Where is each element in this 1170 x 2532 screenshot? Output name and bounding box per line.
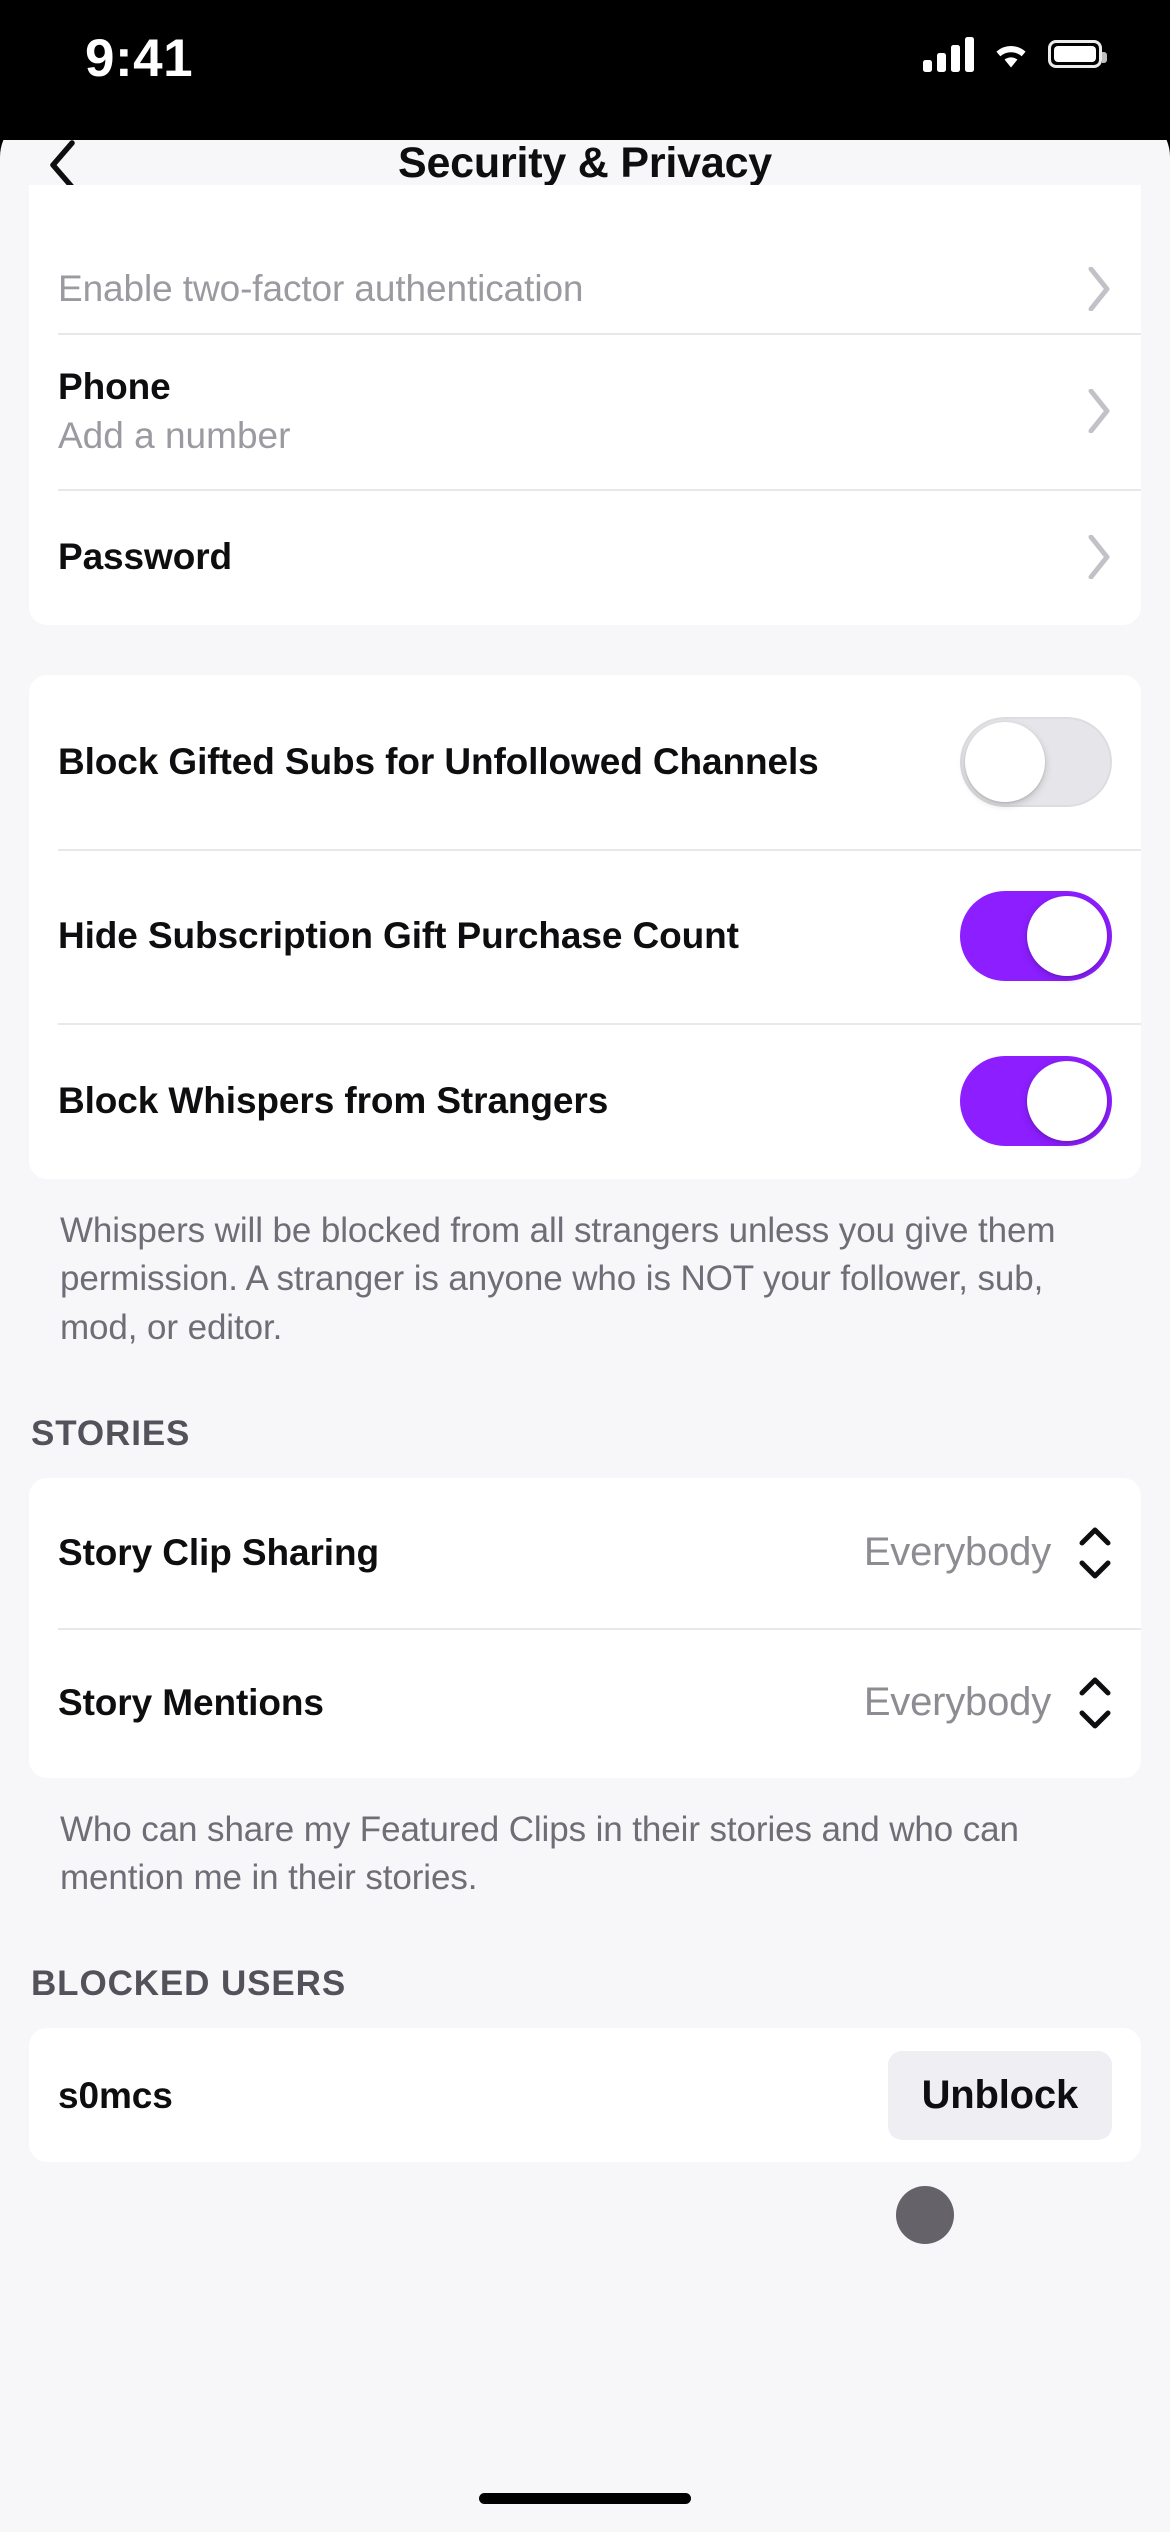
row-main: Phone Add a number (58, 364, 1086, 458)
phone-screen: 9:41 Security & Privacy Enable two-facto… (0, 0, 1170, 2532)
privacy-footnote: Whispers will be blocked from all strang… (60, 1211, 1056, 1347)
page-title: Security & Privacy (397, 139, 773, 187)
section-header-stories: STORIES (31, 1413, 191, 1453)
stories-card: Story Clip Sharing Everybody Story Menti… (29, 1477, 1141, 1778)
cellular-signal-icon (923, 36, 974, 72)
toggle-hide-sub-gift-count[interactable] (960, 891, 1112, 981)
account-security-card: Enable two-factor authentication Phone A… (29, 185, 1141, 625)
toggle-knob (1027, 896, 1107, 976)
selected-value: Everybody (863, 1530, 1051, 1575)
chevron-right-icon (1086, 267, 1112, 311)
row-phone[interactable]: Phone Add a number (29, 333, 1141, 489)
row-block-whispers[interactable]: Block Whispers from Strangers (29, 1023, 1141, 1179)
status-bar: 9:41 (0, 0, 1170, 140)
row-title: Block Whispers from Strangers (58, 1080, 609, 1122)
privacy-toggles-card: Block Gifted Subs for Unfollowed Channel… (29, 675, 1141, 1179)
row-title: Enable two-factor authentication (58, 267, 584, 309)
section-header-blocked-users: BLOCKED USERS (31, 1964, 347, 2004)
row-title: Hide Subscription Gift Purchase Count (58, 915, 739, 957)
settings-sheet: Security & Privacy Enable two-factor aut… (0, 113, 1170, 2532)
unblock-button[interactable]: Unblock (887, 2050, 1112, 2140)
row-main: Password (58, 534, 1086, 579)
toggle-block-gifted-subs[interactable] (960, 717, 1112, 807)
wifi-icon (991, 39, 1031, 70)
blocked-users-card: s0mcs Unblock (29, 2028, 1141, 2163)
up-down-stepper-icon (1078, 1525, 1112, 1581)
row-block-gifted-subs[interactable]: Block Gifted Subs for Unfollowed Channel… (29, 675, 1141, 849)
chevron-right-icon (1086, 535, 1112, 579)
stories-footnote: Who can share my Featured Clips in their… (60, 1809, 1019, 1898)
row-two-factor-authentication[interactable]: Enable two-factor authentication (29, 185, 1141, 333)
row-story-clip-sharing[interactable]: Story Clip Sharing Everybody (29, 1478, 1141, 1628)
selected-value: Everybody (863, 1680, 1051, 1725)
list-item[interactable]: s0mcs Unblock (29, 2028, 1141, 2162)
settings-scroll-content[interactable]: Enable two-factor authentication Phone A… (0, 185, 1170, 2532)
status-bar-time: 9:41 (85, 29, 194, 88)
row-title: Story Mentions (58, 1682, 324, 1724)
up-down-stepper-icon (1078, 1675, 1112, 1731)
toggle-block-whispers[interactable] (960, 1056, 1112, 1146)
toggle-knob (1027, 1061, 1107, 1141)
row-title: Block Gifted Subs for Unfollowed Channel… (58, 741, 819, 783)
row-password[interactable]: Password (29, 489, 1141, 625)
row-hide-sub-gift-count[interactable]: Hide Subscription Gift Purchase Count (29, 849, 1141, 1023)
status-bar-indicators (923, 36, 1107, 72)
battery-icon (1048, 40, 1107, 68)
story-mentions-selector[interactable]: Everybody (864, 1675, 1112, 1731)
row-main: Story Mentions (58, 1680, 864, 1725)
row-title: Story Clip Sharing (58, 1532, 379, 1574)
row-main: Block Whispers from Strangers (58, 1078, 960, 1123)
chevron-right-icon (1086, 389, 1112, 433)
home-indicator (479, 2493, 691, 2504)
row-title: Phone (58, 366, 171, 408)
blocked-username: s0mcs (58, 2074, 173, 2116)
row-title: Password (58, 536, 232, 578)
row-main: Block Gifted Subs for Unfollowed Channel… (58, 739, 960, 784)
row-main: Hide Subscription Gift Purchase Count (58, 913, 960, 958)
row-main: Story Clip Sharing (58, 1530, 864, 1575)
row-story-mentions[interactable]: Story Mentions Everybody (29, 1627, 1141, 1778)
story-clip-sharing-selector[interactable]: Everybody (864, 1525, 1112, 1581)
row-main: Enable two-factor authentication (58, 266, 1086, 311)
row-subtitle: Add a number (58, 415, 291, 457)
row-main: s0mcs (58, 2073, 888, 2118)
toggle-knob (965, 722, 1045, 802)
